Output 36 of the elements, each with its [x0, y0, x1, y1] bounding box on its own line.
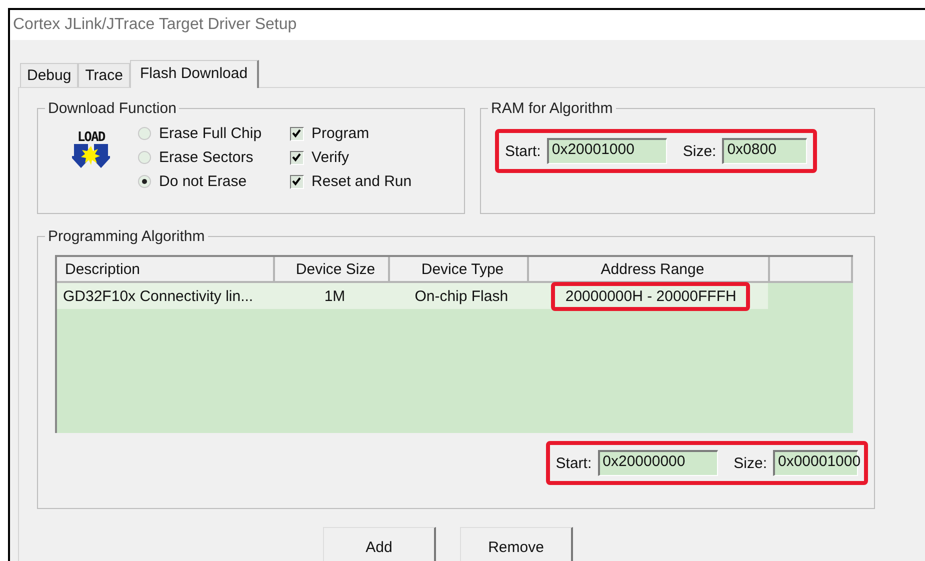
window-title: Cortex JLink/JTrace Target Driver Setup — [13, 16, 297, 34]
option-label: Program — [312, 125, 370, 142]
start-field[interactable]: 0x20001000 — [546, 138, 667, 164]
table-row[interactable]: GD32F10x Connectivity lin... 1M On-chip Flash 20000000H - 20000FFFH — [57, 283, 768, 309]
dialog-button[interactable]: Add — [323, 527, 436, 561]
checkbox[interactable] — [290, 150, 304, 164]
icon-label: LOAD — [77, 131, 105, 144]
download-arrows-icon — [72, 144, 110, 168]
start-label: Start: — [556, 454, 592, 472]
option-label: Erase Sectors — [159, 149, 254, 166]
group-title: RAM for Algorithm — [490, 100, 614, 117]
group-title: Download Function — [47, 100, 178, 117]
size-field[interactable]: 0x0800 — [722, 138, 808, 164]
size-field[interactable]: 0x00001000 — [773, 450, 858, 476]
tab[interactable]: Debug — [20, 63, 78, 87]
option-label: Erase Full Chip — [159, 125, 262, 142]
dialog-button[interactable]: Remove — [460, 527, 573, 561]
tab[interactable]: Trace — [78, 63, 130, 87]
radio-button[interactable] — [138, 127, 151, 140]
option-label: Reset and Run — [312, 173, 412, 190]
checkbox[interactable] — [290, 126, 304, 140]
group-title: Programming Algorithm — [47, 228, 206, 245]
table-cell: On-chip Flash — [414, 288, 508, 304]
checkbox[interactable] — [290, 174, 304, 188]
table-cell: 20000000H - 20000FFFH — [551, 282, 750, 310]
table-cell: GD32F10x Connectivity lin... — [63, 288, 254, 304]
option-label: Do not Erase — [159, 173, 247, 190]
radio-button[interactable] — [138, 151, 151, 164]
start-field[interactable]: 0x20000000 — [598, 450, 718, 476]
tab[interactable]: Flash Download — [130, 60, 259, 88]
start-label: Start: — [505, 142, 541, 160]
size-label: Size: — [682, 142, 716, 160]
option-label: Verify — [312, 149, 350, 166]
table-cell: 1M — [324, 288, 346, 304]
radio-button[interactable] — [138, 175, 151, 188]
size-label: Size: — [734, 454, 767, 472]
